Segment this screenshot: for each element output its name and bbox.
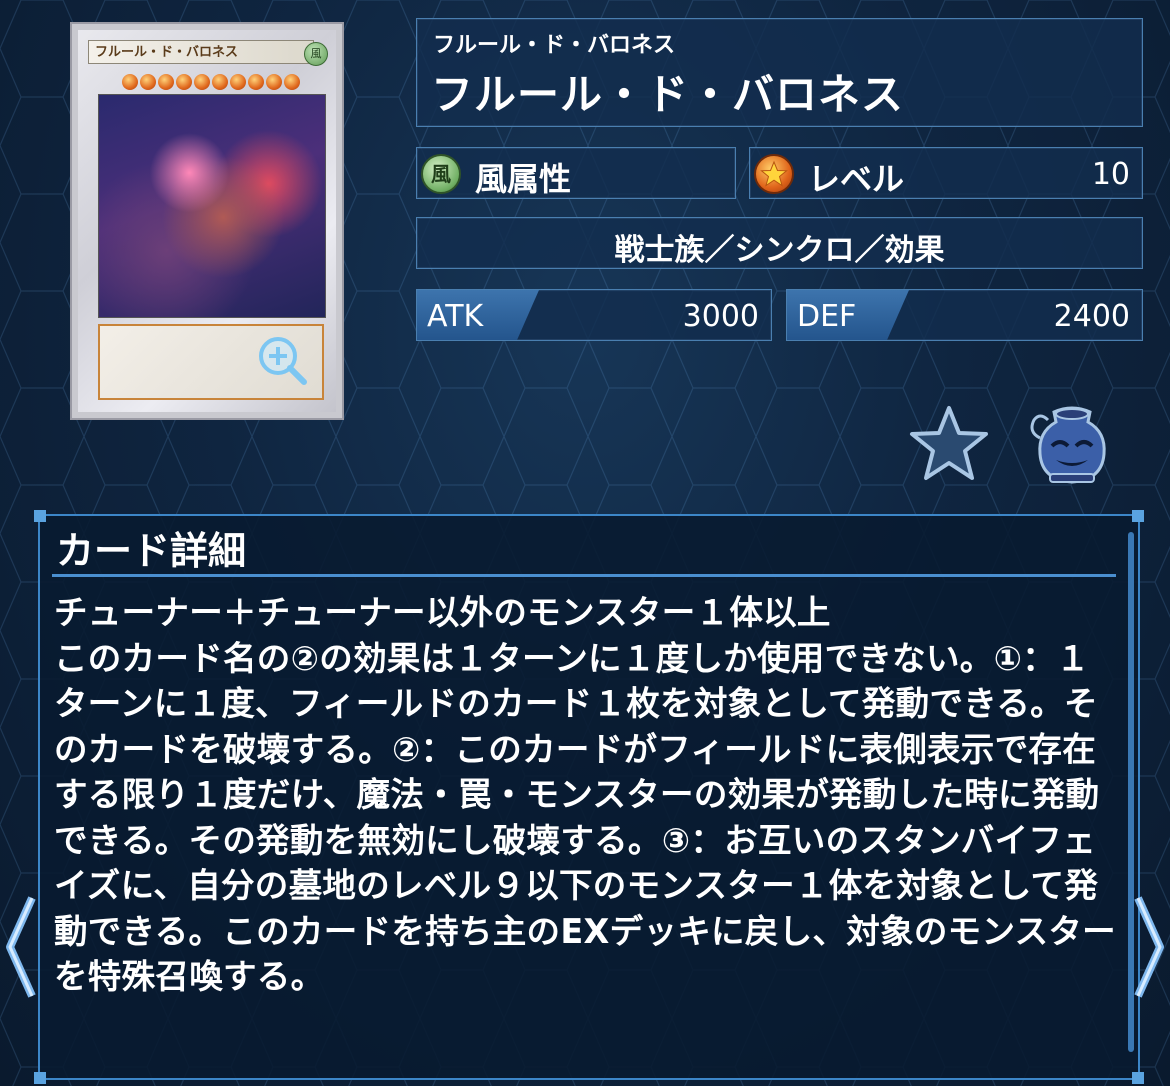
atk-label: ATK	[427, 299, 484, 334]
def-panel: DEF 2400	[786, 289, 1143, 341]
level-star	[212, 74, 228, 90]
card-name-panel: フルール・ド・バロネス フルール・ド・バロネス	[416, 18, 1143, 127]
detail-heading: カード詳細	[56, 529, 247, 573]
card-artwork	[98, 94, 326, 318]
level-star-icon	[754, 154, 794, 194]
zoom-in-icon[interactable]	[256, 334, 308, 386]
card-image-name: フルール・ド・バロネス	[88, 40, 314, 64]
star-icon[interactable]	[908, 404, 990, 482]
card-effect-text: チューナー＋チューナー以外のモンスター１体以上 このカード名の②の効果は１ターン…	[54, 593, 1116, 996]
level-star	[284, 74, 300, 90]
panel-corner	[34, 510, 46, 522]
level-star	[140, 74, 156, 90]
level-value: 10	[1091, 157, 1130, 192]
card-attribute-icon: 風	[304, 42, 328, 66]
pot-icon[interactable]	[1030, 402, 1114, 486]
level-star	[230, 74, 246, 90]
panel-corner	[1132, 1072, 1144, 1084]
chevron-left-icon[interactable]	[2, 892, 42, 1002]
attribute-panel: 風 風属性	[416, 147, 736, 199]
attribute-label: 風属性	[475, 160, 572, 198]
atk-value: 3000	[682, 299, 759, 334]
panel-corner	[1132, 510, 1144, 522]
card-name-title: フルール・ド・バロネス	[431, 70, 905, 119]
level-star	[158, 74, 174, 90]
level-star	[122, 74, 138, 90]
level-panel: レベル 10	[749, 147, 1143, 199]
chevron-right-icon[interactable]	[1128, 892, 1168, 1002]
card-level-stars	[122, 74, 300, 90]
detail-divider	[52, 574, 1116, 577]
level-star	[194, 74, 210, 90]
monster-type-line: 戦士族／シンクロ／効果	[614, 233, 945, 268]
type-panel: 戦士族／シンクロ／効果	[416, 217, 1143, 269]
panel-corner	[34, 1072, 46, 1084]
level-label: レベル	[808, 160, 905, 198]
wind-attribute-icon: 風	[421, 154, 461, 194]
card-detail-panel: カード詳細 チューナー＋チューナー以外のモンスター１体以上 このカード名の②の効…	[34, 510, 1144, 1084]
level-star	[266, 74, 282, 90]
atk-panel: ATK 3000	[416, 289, 772, 341]
def-value: 2400	[1053, 299, 1130, 334]
def-label: DEF	[797, 299, 857, 334]
level-star	[248, 74, 264, 90]
card-name-ruby: フルール・ド・バロネス	[433, 33, 676, 58]
level-star	[176, 74, 192, 90]
